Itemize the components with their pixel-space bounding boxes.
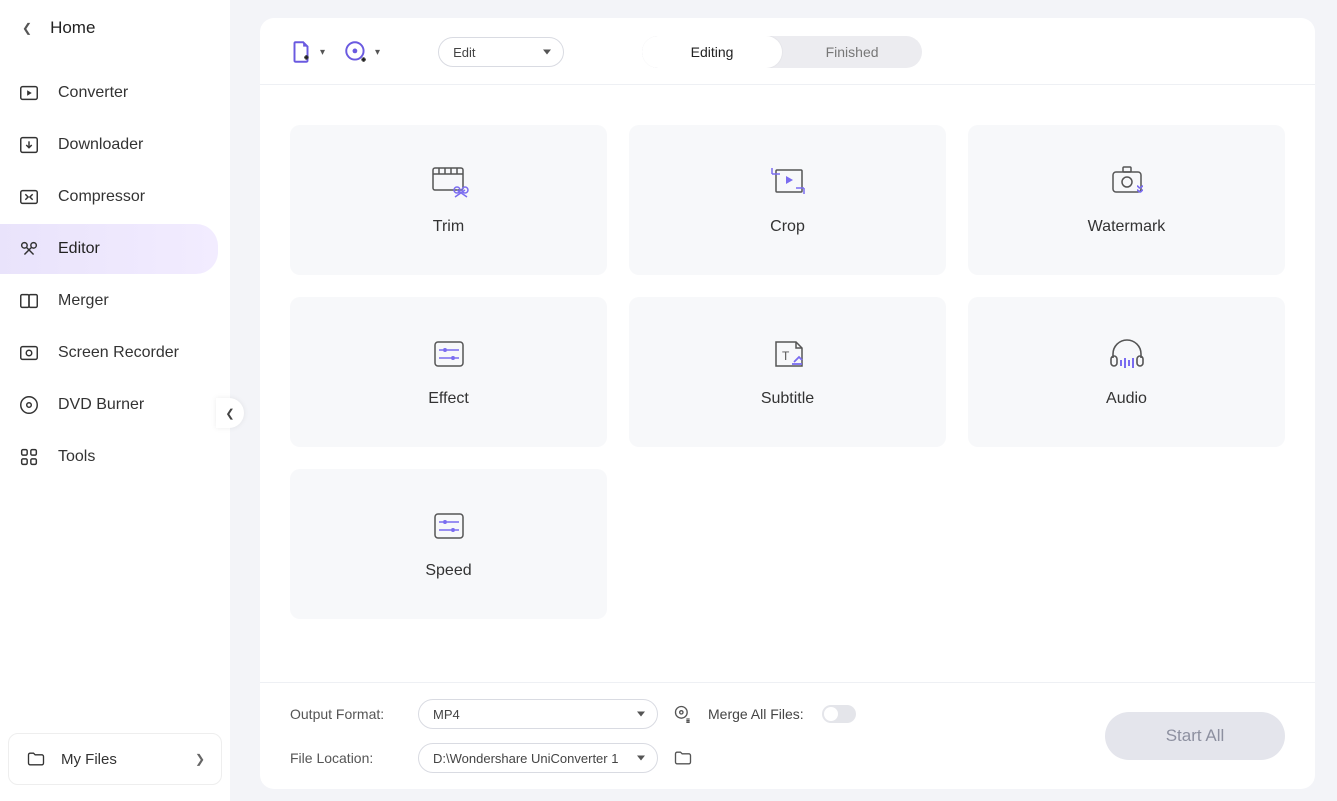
tools-icon: [18, 446, 40, 468]
compressor-icon: [18, 186, 40, 208]
footer-bar: Output Format: MP4 Merge All Files: Star…: [260, 682, 1315, 789]
start-all-label: Start All: [1166, 726, 1225, 746]
my-files-button[interactable]: My Files ❯: [8, 733, 222, 785]
editor-panel: ▾ ▾ Edit Editing Finished: [260, 18, 1315, 789]
merge-toggle[interactable]: [822, 705, 856, 723]
home-label: Home: [50, 18, 95, 38]
add-file-icon: [288, 39, 314, 65]
sidebar-item-label: Editor: [58, 240, 100, 258]
sidebar-item-compressor[interactable]: Compressor: [0, 172, 218, 222]
converter-icon: [18, 82, 40, 104]
output-format-value: MP4: [433, 707, 460, 722]
file-location-label: File Location:: [290, 750, 408, 766]
watermark-icon: [1105, 164, 1149, 200]
add-file-button[interactable]: ▾: [288, 39, 325, 65]
tab-finished-label: Finished: [826, 44, 879, 60]
chevron-down-icon: ▾: [320, 47, 325, 58]
card-effect-label: Effect: [428, 390, 469, 408]
card-audio[interactable]: Audio: [968, 297, 1285, 447]
editor-functions-grid: Trim Crop Watermark Effect: [260, 85, 1315, 682]
nav-list: Converter Downloader Compressor Editor M…: [0, 66, 230, 723]
my-files-label: My Files: [61, 751, 117, 768]
tab-finished[interactable]: Finished: [782, 36, 922, 68]
output-settings-button[interactable]: [668, 704, 698, 724]
sidebar-item-merger[interactable]: Merger: [0, 276, 218, 326]
trim-icon: [427, 164, 471, 200]
sidebar-item-label: Downloader: [58, 136, 143, 154]
card-audio-label: Audio: [1106, 390, 1147, 408]
edit-type-select[interactable]: Edit: [438, 37, 564, 67]
merge-label: Merge All Files:: [708, 706, 804, 722]
sidebar-item-label: Merger: [58, 292, 109, 310]
card-subtitle-label: Subtitle: [761, 390, 814, 408]
dvd-burner-icon: [18, 394, 40, 416]
file-location-select[interactable]: D:\Wondershare UniConverter 1: [418, 743, 658, 773]
chevron-down-icon: ▾: [375, 47, 380, 58]
open-folder-button[interactable]: [668, 748, 698, 768]
card-watermark-label: Watermark: [1088, 218, 1166, 236]
chevron-left-icon: ❮: [225, 407, 234, 420]
sidebar: ❮ Home Converter Downloader Compressor: [0, 0, 230, 801]
sidebar-item-label: Screen Recorder: [58, 344, 179, 362]
folder-icon: [25, 748, 47, 770]
sidebar-item-label: Converter: [58, 84, 128, 102]
card-speed-label: Speed: [425, 562, 471, 580]
sidebar-item-tools[interactable]: Tools: [0, 432, 218, 482]
output-format-select[interactable]: MP4: [418, 699, 658, 729]
crop-icon: [766, 164, 810, 200]
sidebar-item-label: DVD Burner: [58, 396, 144, 414]
sidebar-item-label: Compressor: [58, 188, 145, 206]
sidebar-item-downloader[interactable]: Downloader: [0, 120, 218, 170]
audio-icon: [1105, 336, 1149, 372]
editor-icon: [18, 238, 40, 260]
card-trim[interactable]: Trim: [290, 125, 607, 275]
merge-row: Merge All Files:: [708, 705, 1095, 723]
sidebar-item-screen-recorder[interactable]: Screen Recorder: [0, 328, 218, 378]
tab-editing-label: Editing: [691, 44, 734, 60]
output-format-label: Output Format:: [290, 706, 408, 722]
file-location-value: D:\Wondershare UniConverter 1: [433, 751, 618, 766]
back-icon: ❮: [22, 21, 32, 35]
sidebar-item-dvd-burner[interactable]: DVD Burner: [0, 380, 218, 430]
tab-editing[interactable]: Editing: [642, 36, 782, 68]
start-all-button[interactable]: Start All: [1105, 712, 1285, 760]
speed-icon: [427, 508, 471, 544]
chevron-right-icon: ❯: [195, 752, 205, 766]
merger-icon: [18, 290, 40, 312]
status-tabs: Editing Finished: [642, 36, 922, 68]
card-crop[interactable]: Crop: [629, 125, 946, 275]
downloader-icon: [18, 134, 40, 156]
sidebar-item-editor[interactable]: Editor: [0, 224, 218, 274]
card-watermark[interactable]: Watermark: [968, 125, 1285, 275]
card-speed[interactable]: Speed: [290, 469, 607, 619]
main-area: ▾ ▾ Edit Editing Finished: [230, 0, 1337, 801]
card-subtitle[interactable]: T Subtitle: [629, 297, 946, 447]
sidebar-item-converter[interactable]: Converter: [0, 68, 218, 118]
add-disc-button[interactable]: ▾: [343, 39, 380, 65]
screen-recorder-icon: [18, 342, 40, 364]
card-trim-label: Trim: [433, 218, 464, 236]
card-effect[interactable]: Effect: [290, 297, 607, 447]
subtitle-icon: T: [766, 336, 810, 372]
sidebar-item-label: Tools: [58, 448, 95, 466]
card-crop-label: Crop: [770, 218, 805, 236]
edit-type-value: Edit: [453, 45, 475, 60]
home-button[interactable]: ❮ Home: [0, 0, 230, 56]
svg-text:T: T: [782, 349, 790, 363]
toolbar: ▾ ▾ Edit Editing Finished: [260, 18, 1315, 85]
add-disc-icon: [343, 39, 369, 65]
effect-icon: [427, 336, 471, 372]
